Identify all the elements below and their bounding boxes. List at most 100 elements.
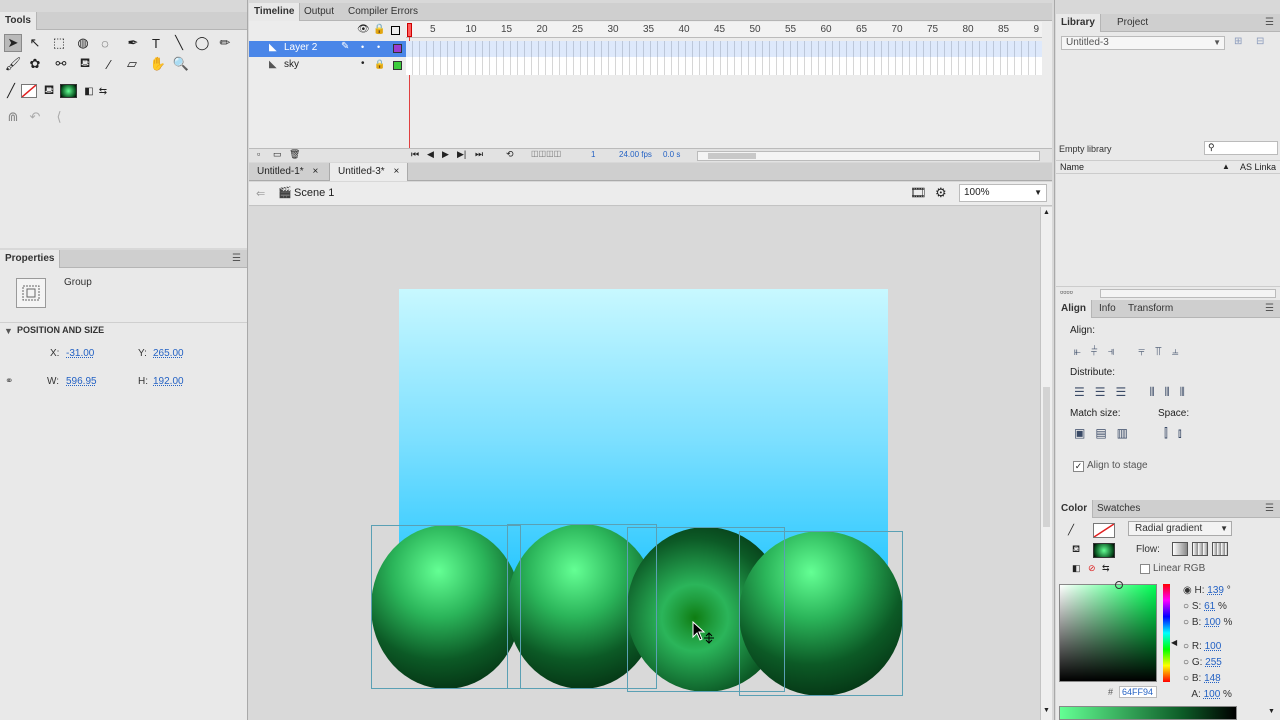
a-value[interactable]: 100 (1204, 689, 1221, 700)
eyedropper-tool-icon[interactable]: ⁄ (100, 55, 118, 73)
flow-repeat-button[interactable] (1212, 542, 1228, 556)
hex-value[interactable]: 64FF94 (1119, 686, 1157, 698)
panel-menu-icon[interactable]: ☰ (1265, 17, 1274, 28)
paint-bucket-tool-icon[interactable]: ⛾ (76, 55, 94, 73)
right-divider[interactable] (1054, 0, 1055, 720)
space-buttons[interactable]: ⫿⫾ (1164, 426, 1192, 441)
layer-row-sky[interactable]: ◣ sky • 🔒 (249, 58, 406, 74)
playhead[interactable] (407, 23, 412, 37)
eraser-tool-icon[interactable]: ▱ (123, 55, 141, 73)
go-last-icon[interactable]: ⏭ (475, 149, 483, 160)
stroke-color-icon[interactable]: ╱ (2, 82, 20, 100)
snap-to-objects-icon[interactable]: ⋒ (4, 108, 22, 126)
bone-tool-icon[interactable]: ⚯ (52, 55, 70, 73)
tab-info[interactable]: Info (1094, 300, 1121, 318)
scroll-thumb[interactable] (1043, 387, 1050, 527)
fill-color-icon[interactable]: ⛾ (40, 82, 58, 100)
r-value[interactable]: 100 (1205, 641, 1222, 652)
lock-proportions-icon[interactable]: ⚭ (5, 376, 13, 387)
straighten-icon[interactable]: ⟨ (50, 108, 68, 126)
eye-icon[interactable]: 👁 (357, 24, 370, 35)
subselection-tool-icon[interactable]: ↖ (26, 34, 44, 52)
edit-scene-icon[interactable]: 🎞 (910, 185, 927, 201)
tab-swatches[interactable]: Swatches (1092, 500, 1145, 518)
scroll-down-icon[interactable]: ▼ (1043, 707, 1050, 714)
library-search-input[interactable]: ⚲ (1204, 141, 1278, 155)
swap-colors-icon[interactable]: ⇆ (94, 82, 112, 100)
layer-outline-color[interactable] (393, 44, 402, 53)
picker-handle[interactable] (1115, 581, 1123, 589)
stroke-icon[interactable]: ╱ (1068, 525, 1074, 536)
align-buttons[interactable]: ⫦⫩⫣ ⫧⫪⫨ (1074, 344, 1189, 359)
color-picker-field[interactable] (1059, 581, 1157, 682)
no-color-icon[interactable]: ⊘ (1088, 563, 1096, 574)
lock-icon[interactable]: 🔒 (373, 24, 385, 35)
b2-value[interactable]: 148 (1204, 673, 1221, 684)
fill-color-swatch[interactable] (60, 84, 77, 98)
gradient-bar[interactable] (1059, 706, 1237, 720)
text-tool-icon[interactable]: T (147, 34, 165, 52)
s-value[interactable]: 61 (1204, 601, 1215, 612)
tab-align[interactable]: Align (1056, 300, 1092, 318)
go-first-icon[interactable]: ⏮ (411, 149, 419, 160)
play-icon[interactable]: ▶ (442, 149, 449, 160)
scroll-thumb[interactable] (708, 153, 756, 159)
align-to-stage-checkbox[interactable]: ✓ (1073, 461, 1084, 472)
step-forward-icon[interactable]: ▶| (457, 149, 466, 160)
close-icon[interactable]: × (312, 166, 318, 177)
y-value[interactable]: 265.00 (153, 348, 184, 359)
h-value[interactable]: 192.00 (153, 376, 184, 387)
free-transform-tool-icon[interactable]: ⬚ (50, 34, 68, 52)
stroke-color-swatch[interactable] (21, 84, 37, 98)
lasso-tool-icon[interactable]: ◌ (96, 34, 114, 52)
pen-tool-icon[interactable]: ✒ (124, 34, 142, 52)
linear-rgb-checkbox[interactable] (1140, 564, 1150, 574)
library-document-select[interactable]: Untitled-3 ▼ (1061, 36, 1225, 50)
new-folder-icon[interactable]: ▭ (273, 149, 282, 160)
zoom-select[interactable]: 100% ▼ (959, 184, 1047, 202)
pencil-tool-icon[interactable]: ✏ (216, 34, 234, 52)
back-arrow-icon[interactable]: ⇐ (256, 187, 265, 200)
tab-compiler-errors[interactable]: Compiler Errors (343, 3, 423, 21)
tools-tab[interactable]: Tools (0, 12, 37, 30)
layer-name[interactable]: sky (284, 59, 299, 70)
swap-colors-icon[interactable]: ⇆ (1102, 563, 1110, 574)
frame-rate[interactable]: 24.00 fps (619, 150, 652, 159)
layer-lock-dot[interactable]: • (377, 42, 380, 52)
tab-timeline[interactable]: Timeline (249, 3, 301, 21)
flow-extend-button[interactable] (1172, 542, 1188, 556)
panel-menu-icon[interactable]: ☰ (1265, 503, 1274, 514)
brush-tool-icon[interactable]: 🖌 (4, 55, 22, 73)
column-linkage[interactable]: AS Linka (1240, 162, 1276, 172)
zoom-tool-icon[interactable]: 🔍 (172, 55, 190, 73)
edit-symbol-icon[interactable]: ⚙ (935, 185, 947, 201)
onion-skin-icon[interactable]: ◫◫◫◫ (531, 149, 561, 158)
timeline-scrollbar[interactable] (697, 151, 1040, 161)
distribute-buttons[interactable]: ☰☰☰ ⫴⫴⫴ (1074, 385, 1195, 400)
sort-icon[interactable]: ▲ (1222, 162, 1230, 171)
stage-vertical-scrollbar[interactable]: ▲ ▼ (1040, 207, 1052, 720)
black-white-icon[interactable]: ◧ (1072, 563, 1081, 574)
new-library-panel-icon[interactable]: ⊟ (1256, 36, 1264, 47)
tab-color[interactable]: Color (1056, 500, 1094, 518)
section-collapse-icon[interactable]: ▼ (4, 326, 13, 336)
pin-library-icon[interactable]: ⊞ (1234, 36, 1242, 47)
flow-reflect-button[interactable] (1192, 542, 1208, 556)
line-tool-icon[interactable]: ╲ (170, 34, 188, 52)
tab-project[interactable]: Project (1112, 14, 1153, 32)
properties-tab[interactable]: Properties (0, 250, 61, 268)
w-value[interactable]: 596.95 (66, 376, 97, 387)
oval-tool-icon[interactable]: ◯ (193, 34, 211, 52)
layer-row-layer-2[interactable]: ◣ Layer 2 ✎ • • (249, 41, 406, 57)
stroke-swatch[interactable] (1093, 523, 1115, 538)
g-value[interactable]: 255 (1205, 657, 1222, 668)
close-icon[interactable]: × (393, 166, 399, 177)
current-frame[interactable]: 1 (591, 150, 595, 159)
deco-tool-icon[interactable]: ✿ (26, 55, 44, 73)
tab-output[interactable]: Output (299, 3, 339, 21)
b-value[interactable]: 100 (1204, 617, 1221, 628)
hue-slider[interactable] (1163, 584, 1170, 682)
new-symbol-icon[interactable]: ▫▫▫▫ (1060, 287, 1073, 297)
layer-visible-dot[interactable]: • (361, 42, 364, 52)
scroll-up-icon[interactable]: ▲ (1043, 209, 1050, 216)
